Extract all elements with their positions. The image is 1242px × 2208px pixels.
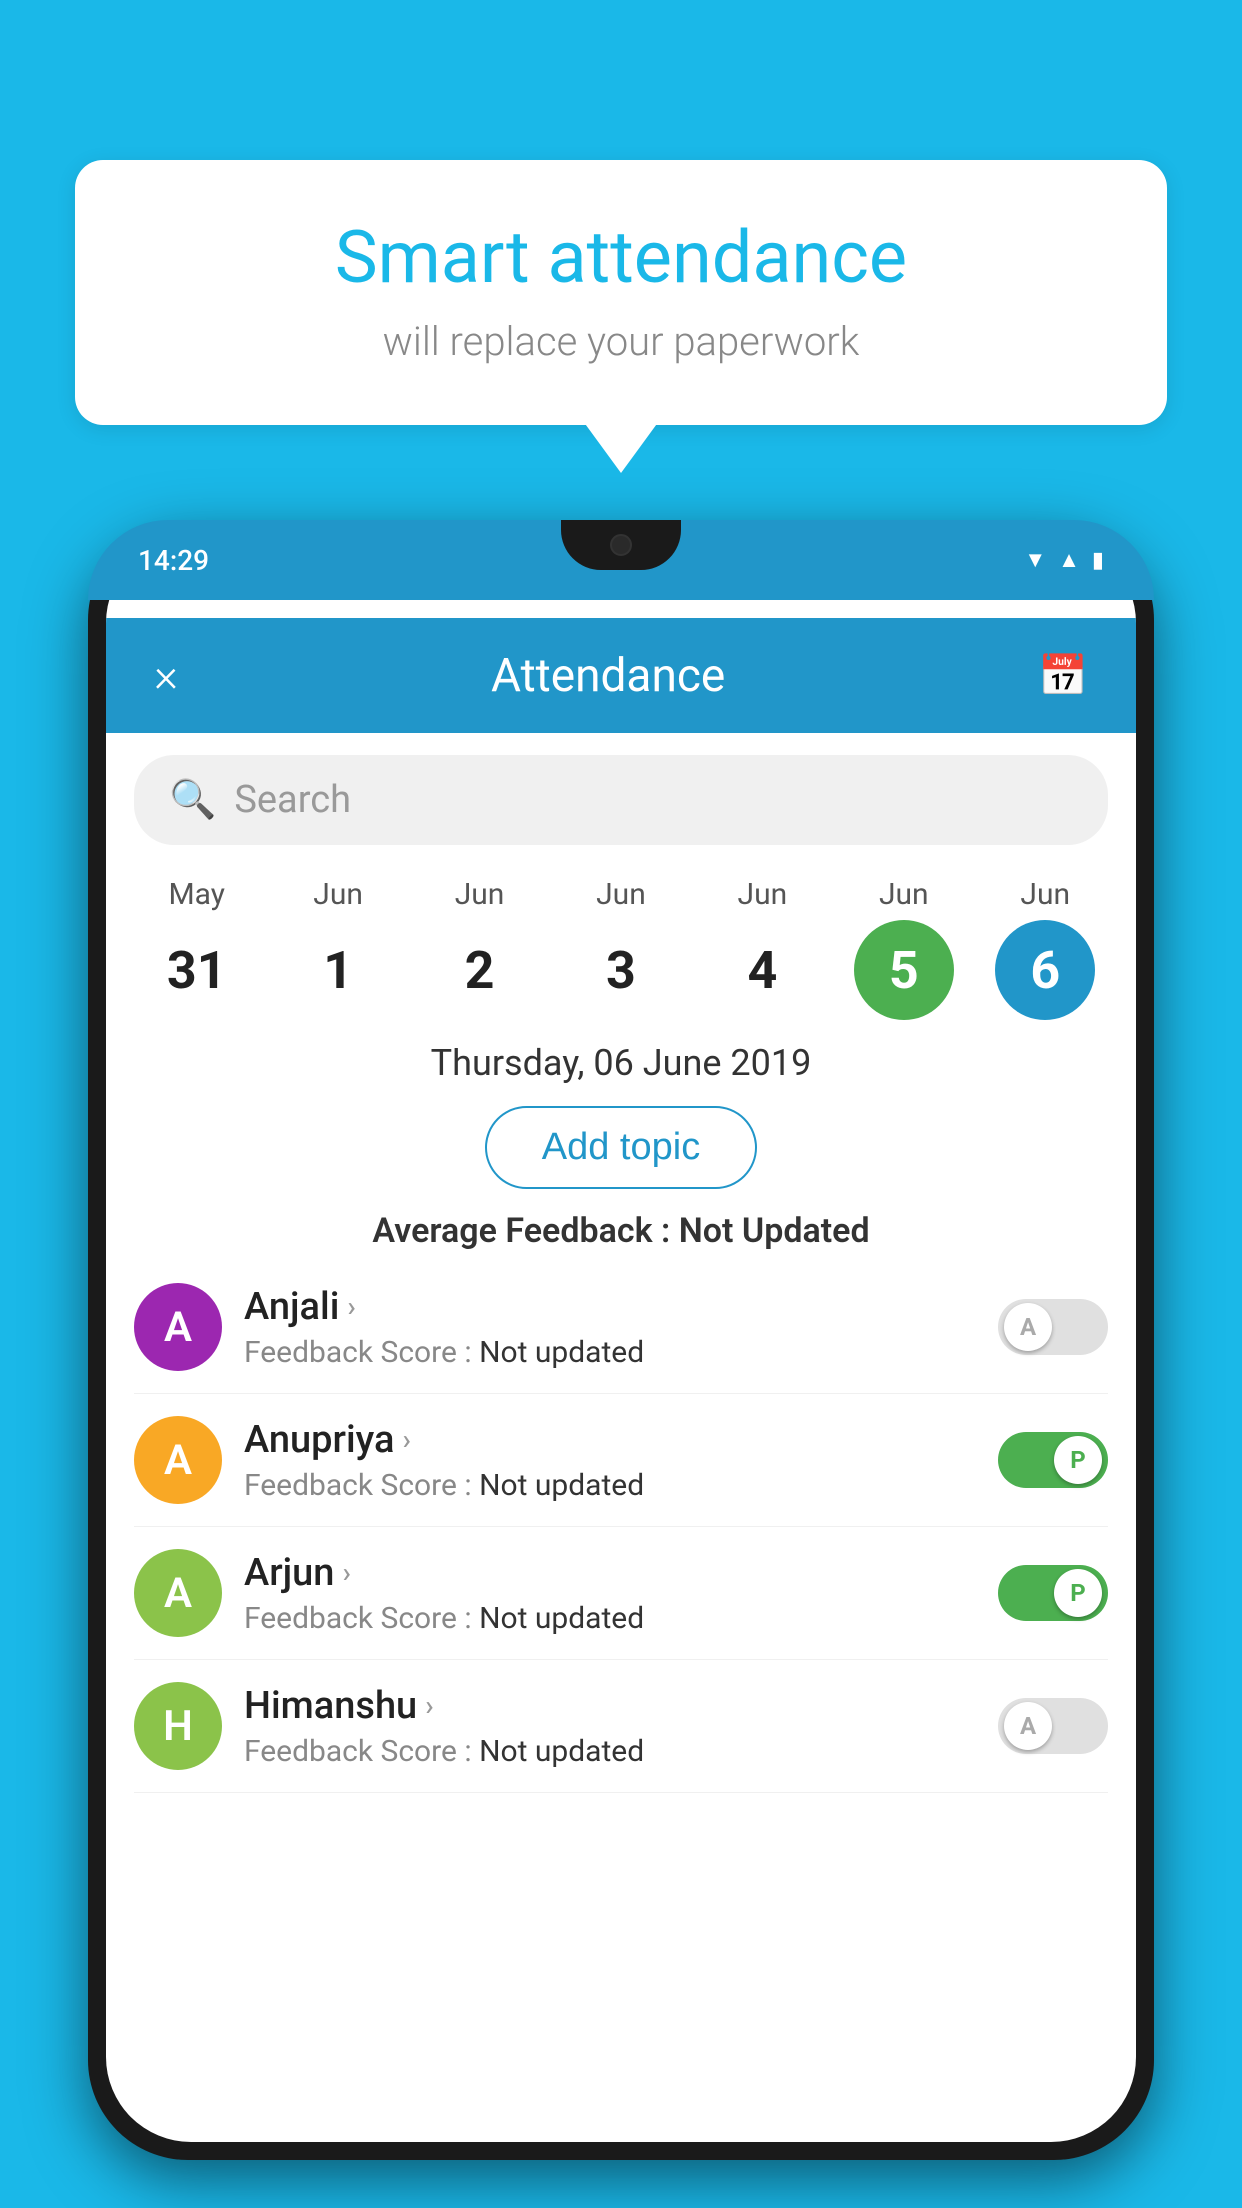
student-feedback: Feedback Score : Not updated — [244, 1468, 976, 1503]
chevron-right-icon: › — [347, 1290, 355, 1323]
date-month-label: Jun — [738, 877, 788, 912]
toggle-knob: A — [1004, 1303, 1052, 1351]
phone-outer: 14:29 ▼ ▲ ▮ × Attendance 📅 🔍 Search — [88, 520, 1154, 2160]
toggle-container[interactable]: A — [998, 1698, 1108, 1754]
student-item[interactable]: H Himanshu › Feedback Score : Not updated A — [134, 1660, 1108, 1793]
header-title: Attendance — [491, 649, 725, 703]
date-cell[interactable]: Jun 3 — [556, 877, 686, 1020]
add-topic-button[interactable]: Add topic — [485, 1106, 757, 1189]
date-cell[interactable]: Jun 1 — [273, 877, 403, 1020]
student-info: Himanshu › Feedback Score : Not updated — [244, 1684, 976, 1769]
date-month-label: Jun — [455, 877, 505, 912]
date-month-label: Jun — [313, 877, 363, 912]
feedback-value: Not updated — [479, 1335, 644, 1370]
speech-bubble: Smart attendance will replace your paper… — [75, 160, 1167, 425]
avg-feedback: Average Feedback : Not Updated — [106, 1211, 1136, 1251]
student-item[interactable]: A Anjali › Feedback Score : Not updated A — [134, 1261, 1108, 1394]
battery-icon: ▮ — [1092, 548, 1104, 573]
phone-screen: × Attendance 📅 🔍 Search May31Jun1Jun2Jun… — [106, 538, 1136, 2142]
search-icon: 🔍 — [169, 778, 216, 822]
student-feedback: Feedback Score : Not updated — [244, 1335, 976, 1370]
student-name: Anupriya › — [244, 1418, 976, 1462]
bubble-title: Smart attendance — [135, 215, 1107, 300]
camera — [610, 534, 632, 556]
feedback-value: Not updated — [479, 1601, 644, 1636]
date-number[interactable]: 4 — [712, 920, 812, 1020]
avatar: H — [134, 1682, 222, 1770]
calendar-icon[interactable]: 📅 — [1038, 652, 1088, 699]
toggle-container[interactable]: P — [998, 1565, 1108, 1621]
student-name: Anjali › — [244, 1285, 976, 1329]
phone-notch — [561, 520, 681, 570]
student-item[interactable]: A Anupriya › Feedback Score : Not updated P — [134, 1394, 1108, 1527]
attendance-toggle[interactable]: A — [998, 1299, 1108, 1355]
attendance-toggle[interactable]: P — [998, 1432, 1108, 1488]
date-number[interactable]: 31 — [147, 920, 247, 1020]
search-placeholder: Search — [234, 778, 351, 822]
student-info: Anupriya › Feedback Score : Not updated — [244, 1418, 976, 1503]
toggle-knob: A — [1004, 1702, 1052, 1750]
bubble-subtitle: will replace your paperwork — [135, 318, 1107, 365]
date-number[interactable]: 6 — [995, 920, 1095, 1020]
date-number[interactable]: 3 — [571, 920, 671, 1020]
avg-feedback-prefix: Average Feedback : — [372, 1211, 678, 1251]
chevron-right-icon: › — [425, 1689, 433, 1722]
status-time: 14:29 — [138, 544, 209, 577]
date-row: May 31 Jun 1 Jun 2 Jun 3 Jun 4 Jun 5 Jun 6 — [106, 867, 1136, 1020]
toggle-container[interactable]: A — [998, 1299, 1108, 1355]
phone-container: 14:29 ▼ ▲ ▮ × Attendance 📅 🔍 Search — [88, 520, 1154, 2208]
date-cell[interactable]: Jun 6 — [980, 877, 1110, 1020]
avatar: A — [134, 1416, 222, 1504]
avatar: A — [134, 1549, 222, 1637]
date-month-label: May — [168, 877, 224, 912]
avatar: A — [134, 1283, 222, 1371]
status-icons: ▼ ▲ ▮ — [1024, 547, 1104, 573]
toggle-knob: P — [1054, 1569, 1102, 1617]
selected-date-label: Thursday, 06 June 2019 — [106, 1042, 1136, 1084]
date-number[interactable]: 5 — [854, 920, 954, 1020]
student-name: Arjun › — [244, 1551, 976, 1595]
close-button[interactable]: × — [154, 649, 178, 703]
signal-icon: ▲ — [1058, 547, 1080, 573]
attendance-toggle[interactable]: A — [998, 1698, 1108, 1754]
toggle-knob: P — [1054, 1436, 1102, 1484]
attendance-toggle[interactable]: P — [998, 1565, 1108, 1621]
feedback-value: Not updated — [479, 1734, 644, 1769]
wifi-icon: ▼ — [1024, 547, 1046, 573]
student-item[interactable]: A Arjun › Feedback Score : Not updated P — [134, 1527, 1108, 1660]
student-list: AAnjali ›Feedback Score : Not updatedAAA… — [106, 1261, 1136, 1793]
student-feedback: Feedback Score : Not updated — [244, 1734, 976, 1769]
date-cell[interactable]: Jun 2 — [415, 877, 545, 1020]
chevron-right-icon: › — [342, 1556, 350, 1589]
chevron-right-icon: › — [402, 1423, 410, 1456]
date-month-label: Jun — [879, 877, 929, 912]
date-cell[interactable]: Jun 5 — [839, 877, 969, 1020]
date-cell[interactable]: May 31 — [132, 877, 262, 1020]
student-name: Himanshu › — [244, 1684, 976, 1728]
date-number[interactable]: 1 — [288, 920, 388, 1020]
student-feedback: Feedback Score : Not updated — [244, 1601, 976, 1636]
app-header: × Attendance 📅 — [106, 618, 1136, 733]
student-info: Arjun › Feedback Score : Not updated — [244, 1551, 976, 1636]
toggle-container[interactable]: P — [998, 1432, 1108, 1488]
student-info: Anjali › Feedback Score : Not updated — [244, 1285, 976, 1370]
feedback-value: Not updated — [479, 1468, 644, 1503]
date-month-label: Jun — [1020, 877, 1070, 912]
avg-feedback-value: Not Updated — [679, 1211, 870, 1251]
search-bar[interactable]: 🔍 Search — [134, 755, 1108, 845]
date-cell[interactable]: Jun 4 — [697, 877, 827, 1020]
date-month-label: Jun — [596, 877, 646, 912]
date-number[interactable]: 2 — [430, 920, 530, 1020]
